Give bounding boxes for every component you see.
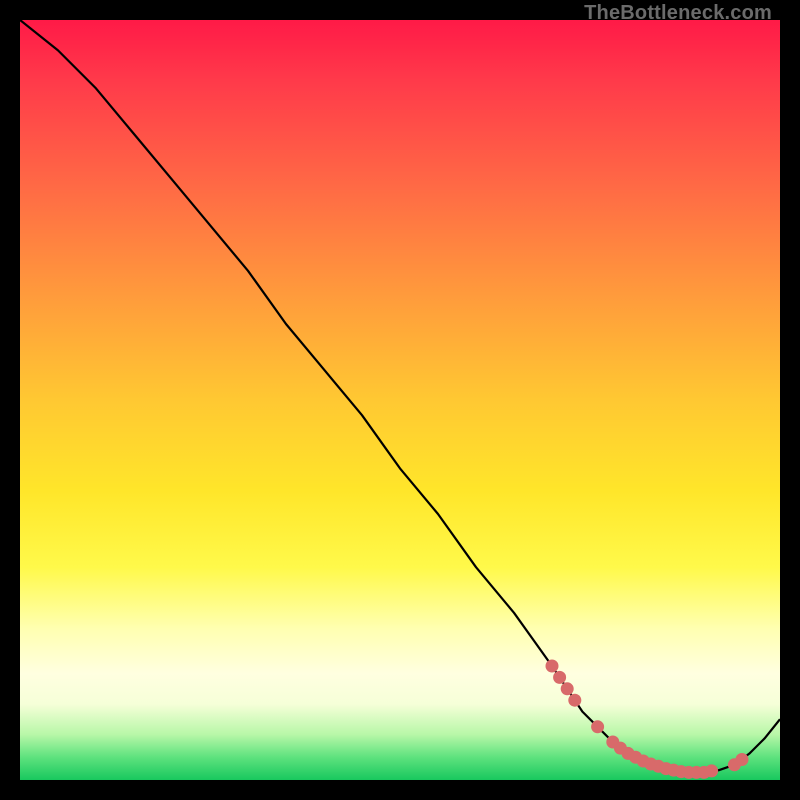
plot-area — [20, 20, 780, 780]
chart-frame — [20, 20, 780, 780]
highlight-point — [705, 764, 718, 777]
curve-path — [20, 20, 780, 772]
highlight-point — [591, 720, 604, 733]
highlight-point — [553, 671, 566, 684]
curve-layer — [20, 20, 780, 772]
points-layer — [546, 660, 749, 779]
chart-svg — [20, 20, 780, 780]
highlight-point — [736, 753, 749, 766]
highlight-point — [561, 682, 574, 695]
highlight-point — [568, 694, 581, 707]
highlight-point — [546, 660, 559, 673]
attribution-label: TheBottleneck.com — [584, 2, 772, 25]
